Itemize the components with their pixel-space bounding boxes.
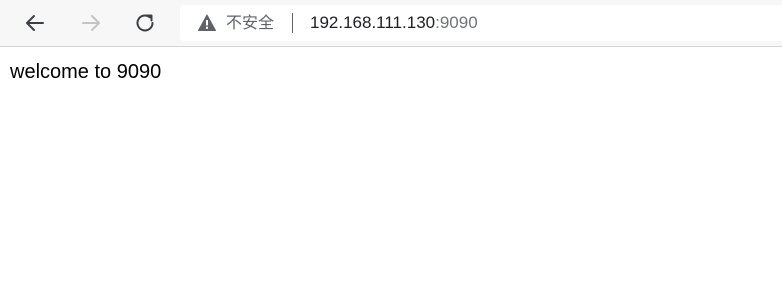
address-bar[interactable]: 不安全 192.168.111.130:9090 xyxy=(180,5,782,41)
security-status-label[interactable]: 不安全 xyxy=(226,14,274,32)
url-host: 192.168.111.130 xyxy=(310,13,436,32)
reload-button[interactable] xyxy=(128,6,162,40)
page-body-text: welcome to 9090 xyxy=(10,61,162,83)
back-button[interactable] xyxy=(18,6,52,40)
forward-button[interactable] xyxy=(74,6,108,40)
reload-icon xyxy=(136,14,154,32)
url-port: :9090 xyxy=(435,13,478,32)
arrow-left-icon xyxy=(26,15,44,31)
browser-toolbar: 不安全 192.168.111.130:9090 xyxy=(0,0,782,47)
url-text[interactable]: 192.168.111.130:9090 xyxy=(310,13,478,33)
arrow-right-icon xyxy=(82,15,100,31)
security-divider xyxy=(292,13,293,33)
warning-triangle-icon[interactable] xyxy=(198,14,216,32)
